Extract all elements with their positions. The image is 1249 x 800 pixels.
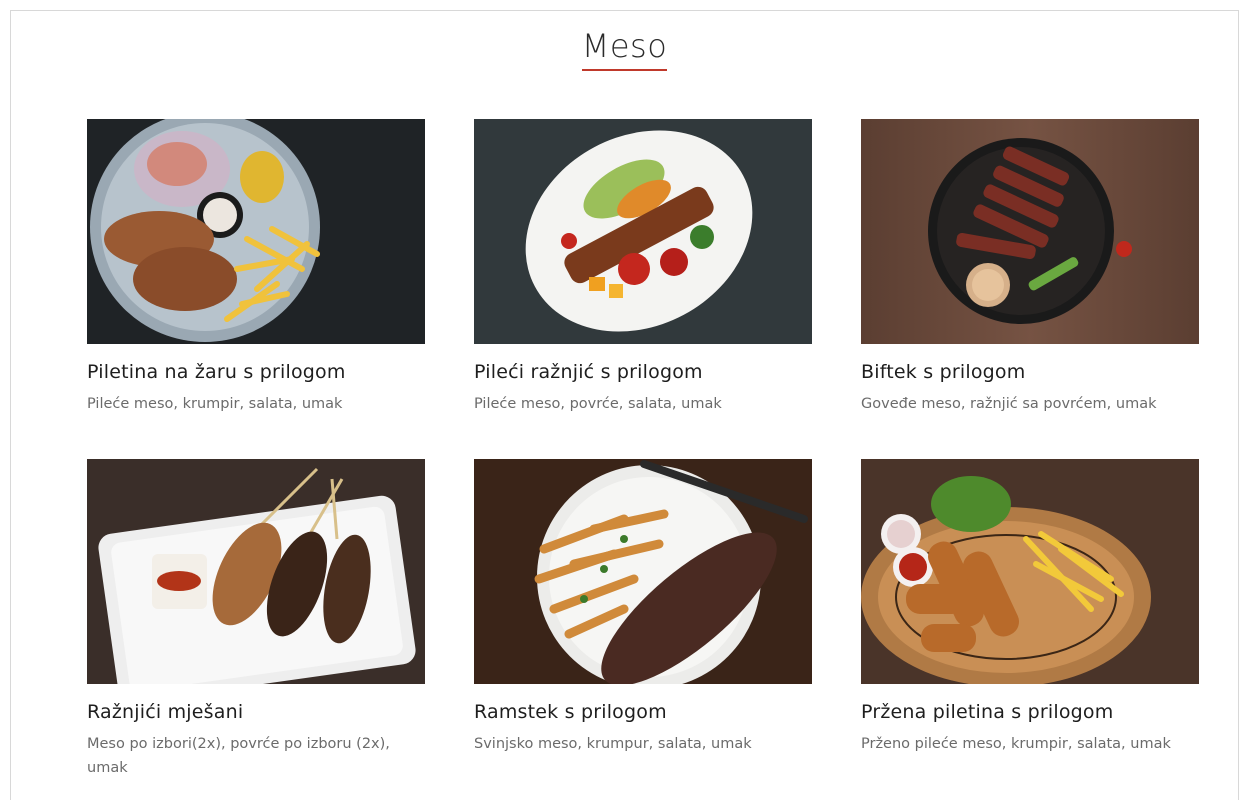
dish-title: Biftek s prilogom	[861, 361, 1026, 383]
dish-photo-grilled-chicken[interactable]	[87, 119, 425, 344]
dish-description: Prženo pileće meso, krumpir, salata, uma…	[861, 736, 1171, 752]
dish-title: Ražnjići mješani	[87, 701, 244, 723]
dish-title: Piletina na žaru s prilogom	[87, 361, 346, 383]
menu-section: Meso Piletina na žaru s prilogom Pileće …	[10, 10, 1239, 800]
dish-title: Pileći ražnjić s prilogom	[474, 361, 703, 383]
dish-photo-steak[interactable]	[861, 119, 1199, 344]
dish-photo-chicken-skewer[interactable]	[474, 119, 812, 344]
dish-description: Pileće meso, krumpir, salata, umak	[87, 396, 343, 412]
dish-description: Goveđe meso, ražnjić sa povrćem, umak	[861, 396, 1157, 412]
dish-photo-rump-steak[interactable]	[474, 459, 812, 684]
section-title: Meso	[581, 27, 668, 71]
dish-photo-fried-chicken[interactable]	[861, 459, 1199, 684]
menu-item[interactable]: Biftek s prilogom Goveđe meso, ražnjić s…	[861, 119, 1199, 416]
menu-item[interactable]: Ražnjići mješani Meso po izbori(2x), pov…	[87, 459, 425, 780]
dish-description: Svinjsko meso, krumpur, salata, umak	[474, 736, 752, 752]
dish-photo-mixed-skewers[interactable]	[87, 459, 425, 684]
menu-item[interactable]: Ramstek s prilogom Svinjsko meso, krumpu…	[474, 459, 812, 756]
dish-description: Pileće meso, povrće, salata, umak	[474, 396, 722, 412]
menu-item[interactable]: Pržena piletina s prilogom Prženo pileće…	[861, 459, 1199, 756]
dish-title: Pržena piletina s prilogom	[861, 701, 1114, 723]
dish-title: Ramstek s prilogom	[474, 701, 667, 723]
menu-item[interactable]: Piletina na žaru s prilogom Pileće meso,…	[87, 119, 425, 416]
dish-description: Meso po izbori(2x), povrće po izboru (2x…	[87, 736, 390, 776]
menu-item[interactable]: Pileći ražnjić s prilogom Pileće meso, p…	[474, 119, 812, 416]
